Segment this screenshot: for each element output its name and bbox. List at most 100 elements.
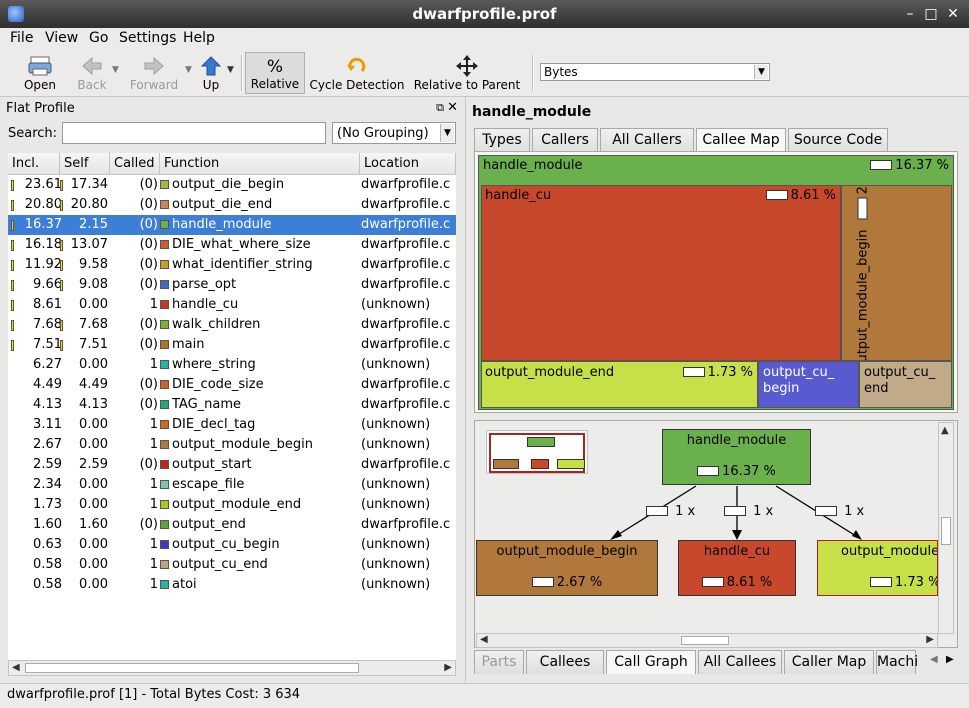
table-row[interactable]: 16.18 13.07 (0) DIE_what_where_size dwarfpro… [8,235,456,255]
graph-node-output-module-end[interactable]: output_module 1.73 % [817,540,938,596]
table-row[interactable]: 11.92 9.58 (0) what_identifier_string dwarfp… [8,255,456,275]
grouping-select[interactable]: (No Grouping) ▼ [332,122,456,144]
called-cell: 1 [149,537,158,552]
scrollbar-thumb[interactable] [681,636,729,645]
close-button[interactable]: ✕ [943,4,963,24]
scroll-right-icon[interactable]: ▶ [444,662,452,673]
table-row[interactable]: 4.49 4.49 (0) DIE_code_size dwarfprofile.c [8,375,456,395]
graph-node-handle-cu[interactable]: handle_cu 8.61 % [678,540,796,596]
function-cell: output_cu_begin [172,537,280,552]
column-self[interactable]: Self [60,153,110,175]
minimize-button[interactable]: – [900,4,920,24]
cost-bar [11,300,14,311]
menu-go[interactable]: Go [89,30,108,46]
cost-bar [765,189,788,200]
graph-node-handle-module[interactable]: handle_module 16.37 % [662,429,811,485]
table-row[interactable]: 1.60 1.60 (0) output_end dwarfprofile.c [8,515,456,535]
relative-to-parent-toggle[interactable]: Relative to Parent [410,52,524,94]
scroll-right-icon[interactable]: ▶ [926,634,934,645]
column-location[interactable]: Location [360,153,456,175]
table-row[interactable]: 2.59 2.59 (0) output_start dwarfprofile.c [8,455,456,475]
cost-bar [11,240,14,251]
column-called[interactable]: Called [110,153,160,175]
cycle-icon [347,57,366,73]
up-dropdown-icon[interactable]: ▼ [227,65,234,75]
open-button[interactable]: Open [14,52,66,94]
function-cell: walk_children [172,317,261,332]
search-input[interactable] [62,122,326,144]
up-button[interactable]: Up [192,52,230,94]
column-function[interactable]: Function [160,153,360,175]
map-output-cu-begin[interactable]: output_cu_ begin [758,361,859,408]
menu-settings[interactable]: Settings [119,30,176,46]
table-row[interactable]: 7.51 7.51 (0) main dwarfprofile.c [8,335,456,355]
map-output-module-end[interactable]: output_module_end 1.73 % [481,361,758,408]
menu-file[interactable]: File [10,30,33,46]
back-dropdown-icon[interactable]: ▼ [112,65,119,75]
graph-vertical-scrollbar[interactable]: ▲ [938,422,954,634]
close-dock-icon[interactable]: ✕ [447,100,458,115]
edge-label: 1 x [646,504,695,519]
color-swatch-icon [160,380,169,389]
table-row[interactable]: 2.67 0.00 1 output_module_begin (unknown) [8,435,456,455]
forward-button[interactable]: Forward [128,52,180,94]
called-cell: 1 [149,417,158,432]
status-bar: dwarfprofile.prof [1] - Total Bytes Cost… [0,683,969,708]
table-row[interactable]: 8.61 0.00 1 handle_cu (unknown) [8,295,456,315]
column-incl[interactable]: Incl. [8,153,60,175]
table-row[interactable]: 4.13 4.13 (0) TAG_name dwarfprofile.c [8,395,456,415]
graph-node-output-module-begin[interactable]: output_module_begin 2.67 % [476,540,658,596]
table-row[interactable]: 3.11 0.00 1 DIE_decl_tag (unknown) [8,415,456,435]
table-row[interactable]: 2.34 0.00 1 escape_file (unknown) [8,475,456,495]
called-cell: (0) [139,217,158,232]
incl-cell: 1.73 [33,497,62,512]
table-row[interactable]: 0.63 0.00 1 output_cu_begin (unknown) [8,535,456,555]
tab-callee-map[interactable]: Callee Map [696,128,786,152]
graph-horizontal-scrollbar[interactable]: ◀ ▶ [476,633,938,648]
table-row[interactable]: 1.73 0.00 1 output_module_end (unknown) [8,495,456,515]
scroll-up-icon[interactable]: ▲ [941,425,949,436]
map-handle-cu[interactable]: handle_cu 8.61 % [481,185,841,361]
table-row[interactable]: 20.80 20.80 (0) output_die_end dwarfprofile.… [8,195,456,215]
self-cell: 0.00 [79,357,108,372]
map-output-cu-end[interactable]: output_cu_ end [859,361,952,408]
maximize-button[interactable]: □ [921,4,941,24]
forward-dropdown-icon[interactable]: ▼ [185,65,192,75]
scroll-left-icon[interactable]: ◀ [12,662,20,673]
tab-all-callees[interactable]: All Callees [698,650,782,674]
map-output-module-begin[interactable]: output_module_begin 2.67 % [841,185,952,361]
location-cell: (unknown) [361,357,431,372]
tab-parts[interactable]: Parts [474,650,524,674]
table-row[interactable]: 0.58 0.00 1 output_cu_end (unknown) [8,555,456,575]
cycle-detection-toggle[interactable]: Cycle Detection [308,52,406,94]
edge-label: 1 x [815,504,864,519]
tab-source-code[interactable]: Source Code [788,128,888,152]
tab-caller-map[interactable]: Caller Map [784,650,874,674]
table-row[interactable]: 6.27 0.00 1 where_string (unknown) [8,355,456,375]
tab-callers[interactable]: Callers [532,128,598,152]
menu-help[interactable]: Help [183,30,215,46]
tab-call-graph[interactable]: Call Graph [606,650,696,674]
table-row[interactable]: 16.37 2.15 (0) handle_module dwarfprofile.c [8,215,456,235]
tab-callees[interactable]: Callees [526,650,604,674]
tab-all-callers[interactable]: All Callers [600,128,694,152]
scrollbar-thumb[interactable] [25,663,359,673]
event-type-select[interactable]: Bytes ▼ [540,63,770,81]
menu-view[interactable]: View [45,30,78,46]
tab-types[interactable]: Types [474,128,530,152]
tab-machi[interactable]: Machi [876,650,918,674]
called-cell: 1 [149,357,158,372]
scroll-left-icon[interactable]: ◀ [480,634,488,645]
scrollbar-thumb[interactable] [941,517,951,545]
table-row[interactable]: 7.68 7.68 (0) walk_children dwarfprofile.c [8,315,456,335]
table-row[interactable]: 9.66 9.08 (0) parse_opt dwarfprofile.c [8,275,456,295]
horizontal-scrollbar[interactable]: ◀ ▶ [8,660,456,676]
tab-scroll-left-icon[interactable]: ◀ [930,654,938,665]
back-button[interactable]: Back [66,52,118,94]
relative-toggle[interactable]: % Relative [245,52,305,94]
table-row[interactable]: 0.58 0.00 1 atoi (unknown) [8,575,456,595]
function-cell: main [172,337,205,352]
table-row[interactable]: 23.61 17.34 (0) output_die_begin dwarfprofil… [8,175,456,195]
float-dock-icon[interactable]: ⧉ [436,101,444,115]
tab-scroll-right-icon[interactable]: ▶ [946,654,954,665]
